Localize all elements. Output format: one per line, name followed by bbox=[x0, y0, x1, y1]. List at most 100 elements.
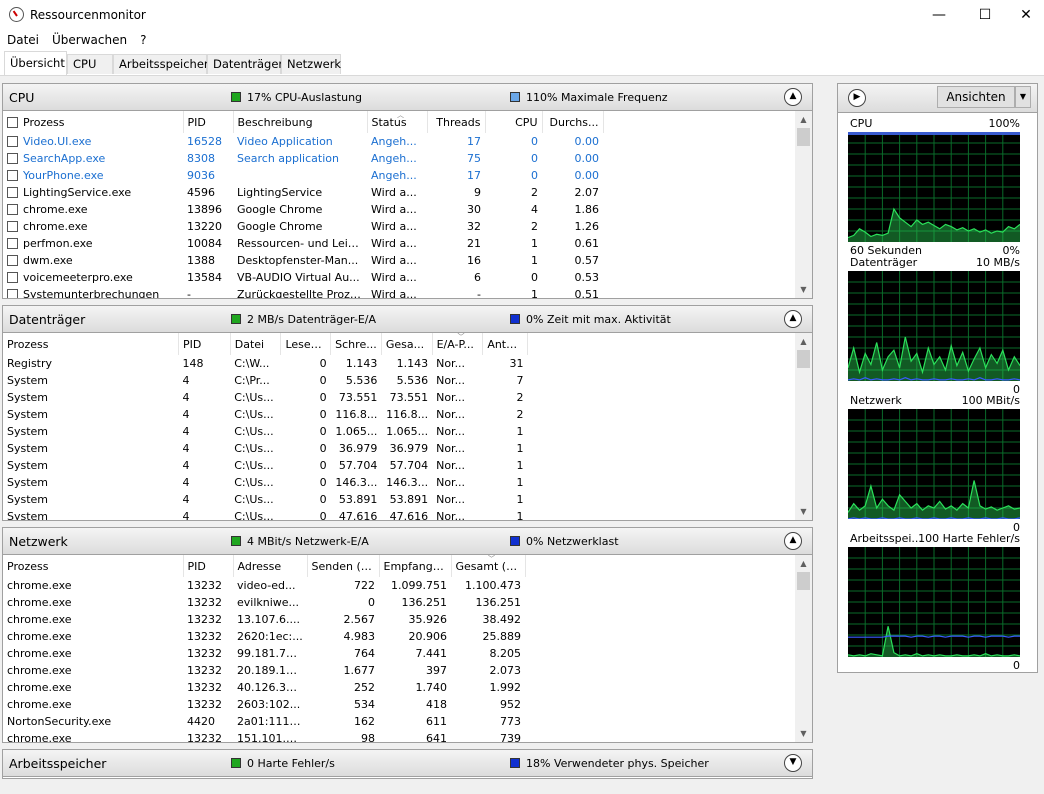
maximize-button[interactable]: ☐ bbox=[962, 0, 1008, 30]
col-status[interactable]: ︿ Status bbox=[367, 111, 428, 133]
section-title: Arbeitsspeicher bbox=[9, 756, 107, 771]
collapse-network-button[interactable]: ▲ bbox=[784, 532, 802, 550]
collapse-disk-button[interactable]: ▲ bbox=[784, 310, 802, 328]
menu-help[interactable]: ? bbox=[133, 30, 152, 47]
row-checkbox[interactable] bbox=[7, 255, 18, 266]
table-row[interactable]: chrome.exe 13232 2603:102... 534 418 952 bbox=[3, 696, 525, 713]
scroll-down-icon[interactable]: ▼ bbox=[795, 281, 812, 298]
col-empfangen[interactable]: Empfange... bbox=[379, 555, 452, 577]
expand-memory-button[interactable]: ▼ bbox=[784, 754, 802, 772]
col-antwortzeit[interactable]: Antw... bbox=[482, 333, 528, 355]
table-row[interactable]: chrome.exe 13232 40.126.31.8 252 1.740 1.992 bbox=[3, 679, 525, 696]
menu-ueberwachen[interactable]: Überwachen bbox=[45, 30, 133, 47]
col-threads[interactable]: Threads bbox=[427, 111, 486, 133]
col-cpu[interactable]: CPU bbox=[485, 111, 543, 133]
table-row[interactable]: SearchApp.exe 8308 Search application Angeh… bbox=[3, 150, 603, 167]
table-row[interactable]: System 4 C:\Us... 0 36.979 36.979 Nor... 1 bbox=[3, 440, 528, 457]
col-lesen[interactable]: Lesen... bbox=[280, 333, 332, 355]
row-checkbox[interactable] bbox=[7, 136, 18, 147]
table-row[interactable]: voicemeeterpro.exe 13584 VB-AUDIO Virtual … bbox=[3, 269, 603, 286]
table-row[interactable]: NortonSecurity.exe 4420 2a01:111:... 162 611… bbox=[3, 713, 525, 730]
network-scrollbar[interactable]: ▲ ▼ bbox=[795, 555, 812, 742]
table-row[interactable]: chrome.exe 13232 evilkniwe... 0 136.251 136.2… bbox=[3, 594, 525, 611]
col-prozess[interactable]: Prozess bbox=[3, 111, 184, 133]
chevron-right-icon[interactable]: ▶ bbox=[848, 89, 866, 107]
table-row[interactable]: System 4 C:\Us... 0 116.8... 116.8... Nor... 2 bbox=[3, 406, 528, 423]
col-prozess[interactable]: Prozess bbox=[3, 333, 179, 355]
tab-arbeitsspeicher[interactable]: Arbeitsspeicher bbox=[113, 54, 209, 74]
table-row[interactable]: Video.UI.exe 16528 Video Application Angeh.… bbox=[3, 133, 603, 150]
table-row[interactable]: dwm.exe 1388 Desktopfenster-Man... Wird a..… bbox=[3, 252, 603, 269]
tab-cpu[interactable]: CPU bbox=[67, 54, 113, 74]
disk-section-header[interactable]: Datenträger 2 MB/s Datenträger-E/A 0% Ze… bbox=[3, 306, 812, 333]
scroll-thumb[interactable] bbox=[797, 350, 810, 368]
scroll-down-icon[interactable]: ▼ bbox=[795, 503, 812, 520]
cpu-scrollbar[interactable]: ▲ ▼ bbox=[795, 111, 812, 298]
table-row[interactable]: YourPhone.exe 9036 Angeh... 17 0 0.00 bbox=[3, 167, 603, 184]
close-button[interactable]: ✕ bbox=[1008, 0, 1044, 30]
col-prozess[interactable]: Prozess bbox=[3, 555, 184, 577]
table-row[interactable]: LightingService.exe 4596 LightingService Wi… bbox=[3, 184, 603, 201]
row-checkbox[interactable] bbox=[7, 187, 18, 198]
col-senden[interactable]: Senden (B... bbox=[307, 555, 380, 577]
row-checkbox[interactable] bbox=[7, 272, 18, 283]
row-checkbox[interactable] bbox=[7, 204, 18, 215]
table-row[interactable]: chrome.exe 13896 Google Chrome Wird a... 30 4… bbox=[3, 201, 603, 218]
scroll-thumb[interactable] bbox=[797, 572, 810, 590]
table-row[interactable]: System 4 C:\Us... 0 1.065... 1.065... Nor... 1 bbox=[3, 423, 528, 440]
table-row[interactable]: Systemunterbrechungen - Zurückgestellte Pr… bbox=[3, 286, 603, 298]
scroll-down-icon[interactable]: ▼ bbox=[795, 725, 812, 742]
table-row[interactable]: chrome.exe 13232 99.181.79.7 764 7.441 8.205 bbox=[3, 645, 525, 662]
row-checkbox[interactable] bbox=[7, 153, 18, 164]
table-row[interactable]: chrome.exe 13220 Google Chrome Wird a... 32 2… bbox=[3, 218, 603, 235]
col-pid[interactable]: PID bbox=[183, 111, 234, 133]
col-gesamt[interactable]: ﹀ Gesamt (B... bbox=[451, 555, 526, 577]
tab-datentraeger[interactable]: Datenträger bbox=[207, 54, 283, 74]
table-row[interactable]: System 4 C:\Us... 0 57.704 57.704 Nor... 1 bbox=[3, 457, 528, 474]
sort-caret-icon: ︿ bbox=[397, 111, 404, 119]
row-checkbox[interactable] bbox=[7, 289, 18, 298]
cpu-section-header[interactable]: CPU 17% CPU-Auslastung 110% Maximale Fre… bbox=[3, 84, 812, 111]
select-all-checkbox[interactable] bbox=[7, 116, 18, 128]
memory-section: Arbeitsspeicher 0 Harte Fehler/s 18% Ver… bbox=[2, 749, 813, 779]
table-row[interactable]: chrome.exe 13232 2620:1ec:... 4.983 20.906 25… bbox=[3, 628, 525, 645]
scroll-thumb[interactable] bbox=[797, 128, 810, 146]
network-section-header[interactable]: Netzwerk 4 MBit/s Netzwerk-E/A 0% Netzwe… bbox=[3, 528, 812, 555]
col-datei[interactable]: Datei bbox=[230, 333, 282, 355]
memory-section-header[interactable]: Arbeitsspeicher 0 Harte Fehler/s 18% Ver… bbox=[3, 750, 812, 777]
table-row[interactable]: chrome.exe 13232 151.101.1... 98 641 739 bbox=[3, 730, 525, 742]
scroll-up-icon[interactable]: ▲ bbox=[795, 555, 812, 572]
col-gesamt[interactable]: Gesa... bbox=[381, 333, 433, 355]
table-row[interactable]: chrome.exe 13232 20.189.17... 1.677 397 2.073 bbox=[3, 662, 525, 679]
table-row[interactable]: System 4 C:\Us... 0 146.3... 146.3... Nor... 1 bbox=[3, 474, 528, 491]
col-beschreibung[interactable]: Beschreibung bbox=[233, 111, 368, 133]
table-row[interactable]: System 4 C:\Pr... 0 5.536 5.536 Nor... 7 bbox=[3, 372, 528, 389]
views-dropdown-arrow-icon[interactable]: ▼ bbox=[1015, 86, 1031, 108]
scroll-up-icon[interactable]: ▲ bbox=[795, 333, 812, 350]
col-ea-prioritaet[interactable]: ﹀ E/A-P... bbox=[432, 333, 484, 355]
col-pid[interactable]: PID bbox=[178, 333, 231, 355]
table-row[interactable]: System 4 C:\Us... 0 73.551 73.551 Nor... 2 bbox=[3, 389, 528, 406]
col-pid[interactable]: PID bbox=[183, 555, 234, 577]
disk-scrollbar[interactable]: ▲ ▼ bbox=[795, 333, 812, 520]
table-row[interactable]: perfmon.exe 10084 Ressourcen- und Leis... W… bbox=[3, 235, 603, 252]
tab-netzwerk[interactable]: Netzwerk bbox=[281, 54, 341, 74]
row-checkbox[interactable] bbox=[7, 238, 18, 249]
minimize-button[interactable]: — bbox=[916, 0, 962, 30]
tab-uebersicht[interactable]: Übersicht bbox=[4, 51, 67, 75]
views-button[interactable]: Ansichten bbox=[937, 86, 1015, 108]
table-row[interactable]: chrome.exe 13232 13.107.6.... 2.567 35.926 38… bbox=[3, 611, 525, 628]
menu-bar: Datei Überwachen? bbox=[0, 30, 1044, 50]
row-checkbox[interactable] bbox=[7, 221, 18, 232]
table-row[interactable]: Registry 148 C:\W... 0 1.143 1.143 Nor... 31 bbox=[3, 355, 528, 372]
col-schreiben[interactable]: Schre... bbox=[330, 333, 382, 355]
scroll-up-icon[interactable]: ▲ bbox=[795, 111, 812, 128]
menu-datei[interactable]: Datei bbox=[0, 30, 45, 47]
collapse-cpu-button[interactable]: ▲ bbox=[784, 88, 802, 106]
col-durchschnitt[interactable]: Durchs... bbox=[542, 111, 604, 133]
col-adresse[interactable]: Adresse bbox=[233, 555, 308, 577]
table-row[interactable]: System 4 C:\Us... 0 47.616 47.616 Nor... 1 bbox=[3, 508, 528, 520]
table-row[interactable]: System 4 C:\Us... 0 53.891 53.891 Nor... 1 bbox=[3, 491, 528, 508]
row-checkbox[interactable] bbox=[7, 170, 18, 181]
table-row[interactable]: chrome.exe 13232 video-ed... 722 1.099.751 1.… bbox=[3, 577, 525, 594]
